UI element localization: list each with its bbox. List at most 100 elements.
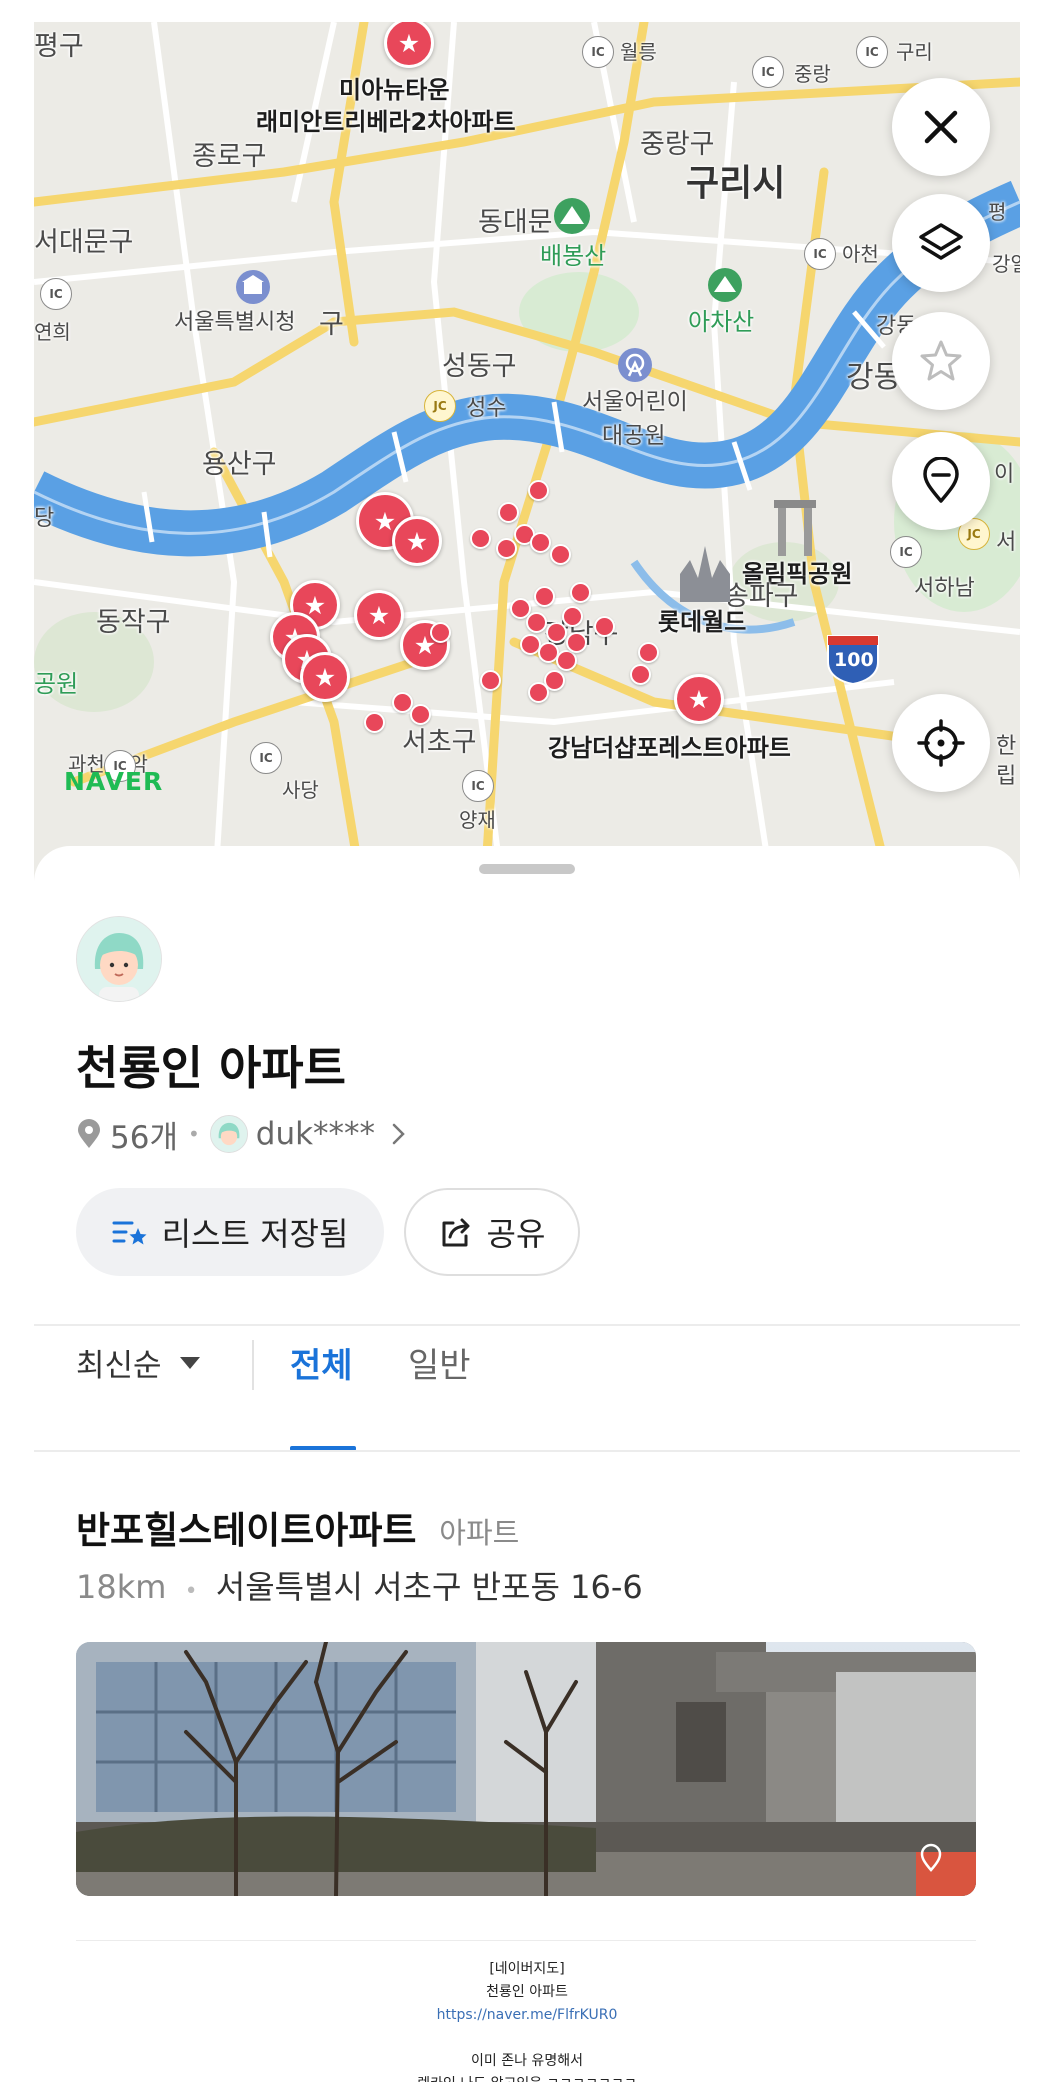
- caret-down-icon: [179, 1356, 200, 1369]
- map-label: 미아뉴타운: [339, 76, 450, 104]
- current-location-button[interactable]: [892, 694, 990, 792]
- map-label: 서울특별시청: [174, 310, 296, 335]
- place-item-address: 18km • 서울특별시 서초구 반포동 16-6: [76, 1562, 643, 1608]
- tab-separator: [252, 1340, 254, 1390]
- ic-marker: IC: [856, 36, 888, 68]
- sheet-drag-handle[interactable]: [479, 864, 575, 874]
- tab-all[interactable]: 전체: [290, 1338, 353, 1387]
- map-label: 강일: [992, 252, 1020, 276]
- layers-button[interactable]: [892, 194, 990, 292]
- map-label: 배봉산: [540, 242, 607, 270]
- ic-marker: IC: [890, 536, 922, 568]
- saved-place-pin[interactable]: [410, 704, 431, 725]
- map-label: 양재: [459, 808, 496, 832]
- saved-place-pin[interactable]: [556, 650, 577, 671]
- favorite-button[interactable]: [892, 312, 990, 410]
- saved-place-pin[interactable]: [630, 664, 651, 685]
- map-label: 이: [994, 462, 1015, 487]
- location-pin-button[interactable]: [892, 432, 990, 530]
- place-item-title[interactable]: 반포힐스테이트아파트 아파트: [76, 1500, 519, 1554]
- castle-icon: [680, 546, 730, 602]
- saved-place-pin[interactable]: [526, 612, 547, 633]
- place-photo[interactable]: [76, 1642, 976, 1896]
- saved-place-pin[interactable]: [528, 480, 549, 501]
- saved-place-pin[interactable]: [534, 586, 555, 607]
- share-link[interactable]: https://naver.me/FlfrKUR0: [437, 2007, 618, 2023]
- layers-icon: [919, 223, 963, 260]
- mountain-icon: [708, 268, 742, 302]
- map-label: 월릉: [620, 40, 657, 64]
- saved-place-pin[interactable]: [430, 622, 451, 643]
- close-icon: [924, 110, 958, 144]
- divider: [34, 1450, 1020, 1452]
- map-view[interactable]: 평구 미아뉴타운 래미안트리베라2차아파트 종로구 서대문구 서울특별시청 구 …: [34, 22, 1020, 902]
- avatar: [76, 916, 162, 1002]
- map-label: 한: [996, 734, 1017, 759]
- saved-place-pin[interactable]: [566, 632, 587, 653]
- list-saved-label: 리스트 저장됨: [161, 1215, 349, 1253]
- ic-marker: IC: [462, 770, 494, 802]
- saved-place-pin[interactable]: ★: [392, 516, 442, 566]
- divider: [76, 1940, 976, 1941]
- saved-place-pin[interactable]: [546, 622, 567, 643]
- tab-general[interactable]: 일반: [408, 1338, 471, 1387]
- naver-logo: NAVER: [64, 767, 164, 796]
- saved-place-pin[interactable]: [528, 682, 549, 703]
- share-icon: [442, 1218, 470, 1247]
- saved-place-pin[interactable]: [550, 544, 571, 565]
- map-label: 중랑: [794, 62, 831, 86]
- place-distance: 18km: [76, 1568, 167, 1606]
- map-label: 공원: [34, 670, 79, 698]
- ic-marker: IC: [752, 56, 784, 88]
- list-title: 천룡인 아파트: [76, 1041, 346, 1095]
- sort-label: 최신순: [76, 1348, 162, 1384]
- map-label: 서초구: [402, 727, 477, 758]
- saved-place-pin[interactable]: [364, 712, 385, 733]
- saved-place-pin[interactable]: ★: [674, 674, 724, 724]
- owner-name-link[interactable]: duk****: [256, 1116, 375, 1152]
- share-button[interactable]: 공유: [404, 1188, 580, 1276]
- avatar-illustration: [210, 1116, 247, 1152]
- separator-dot: •: [184, 1579, 198, 1604]
- map-label: 래미안트리베라2차아파트: [256, 108, 516, 136]
- map-base: [34, 22, 1020, 902]
- location-pin-icon: [78, 1119, 100, 1148]
- saved-place-pin[interactable]: [594, 616, 615, 637]
- saved-place-pin[interactable]: [530, 532, 551, 553]
- street-view-image: [76, 1642, 976, 1896]
- saved-place-pin[interactable]: [570, 582, 591, 603]
- crosshair-icon: [917, 719, 965, 767]
- map-label: 성수: [466, 396, 507, 421]
- list-saved-button[interactable]: 리스트 저장됨: [76, 1188, 384, 1276]
- caption-line: [네이버지도]: [489, 1961, 565, 1977]
- saved-place-pin[interactable]: [638, 642, 659, 663]
- map-label: 동대문: [478, 207, 553, 238]
- list-sheet: 천룡인 아파트 56개 • duk**** 리스트 저장됨 공유 최신순 전체 …: [34, 846, 1020, 2082]
- close-button[interactable]: [892, 78, 990, 176]
- map-label: 종로구: [192, 141, 267, 172]
- saved-place-pin[interactable]: ★: [354, 590, 404, 640]
- map-label: 서: [996, 530, 1017, 555]
- saved-place-pin[interactable]: ★: [300, 652, 350, 702]
- place-category: 아파트: [439, 1516, 520, 1550]
- sort-dropdown[interactable]: 최신순: [76, 1340, 202, 1385]
- saved-place-pin[interactable]: [470, 528, 491, 549]
- map-label: 강남더샵포레스트아파트: [548, 734, 791, 762]
- city-hall-icon: [236, 270, 270, 304]
- saved-place-pin[interactable]: [480, 670, 501, 691]
- map-label: 아천: [842, 242, 879, 266]
- map-label: 구리시: [686, 163, 786, 204]
- map-label: 서하남: [914, 576, 975, 601]
- chevron-right-icon[interactable]: [389, 1119, 409, 1149]
- app-frame: 평구 미아뉴타운 래미안트리베라2차아파트 종로구 서대문구 서울특별시청 구 …: [34, 22, 1020, 2082]
- map-label: 동작구: [96, 607, 171, 638]
- caption-line: 이미 존나 유명해서: [471, 2053, 583, 2069]
- caption-blank: [34, 2027, 1020, 2050]
- saved-place-pin[interactable]: [496, 538, 517, 559]
- place-name[interactable]: 반포힐스테이트아파트: [76, 1509, 416, 1552]
- divider: [34, 1324, 1020, 1326]
- map-label: 용산구: [202, 449, 277, 480]
- star-outline-icon: [920, 340, 962, 381]
- saved-place-pin[interactable]: [498, 502, 519, 523]
- saved-place-pin[interactable]: [562, 606, 583, 627]
